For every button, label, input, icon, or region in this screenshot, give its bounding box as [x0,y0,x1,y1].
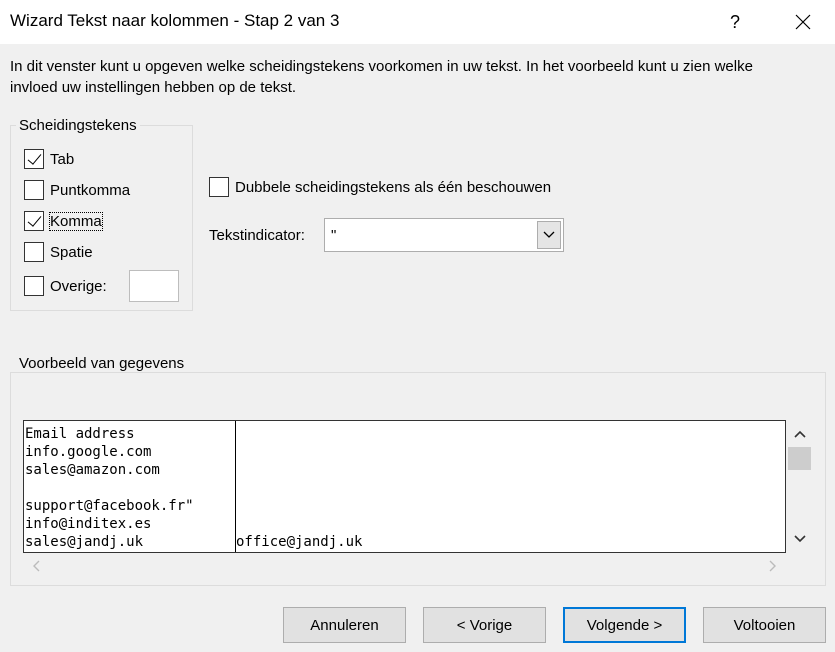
preview-cell: sales@jandj.uk [25,534,144,550]
title-bar: Wizard Tekst naar kolommen - Stap 2 van … [0,0,835,44]
tab-checkbox-row[interactable]: Tab [24,148,74,170]
description-text: In dit venster kunt u opgeven welke sche… [10,58,753,96]
text-qualifier-value: " [331,227,337,244]
finish-button[interactable]: Voltooien [703,607,826,643]
semicolon-label: Puntkomma [50,181,131,199]
help-button[interactable]: ? [712,0,758,44]
consecutive-checkbox[interactable] [209,177,229,197]
back-button[interactable]: < Vorige [423,607,546,643]
other-checkbox-row[interactable]: Overige: [24,275,107,297]
tab-checkbox[interactable] [24,149,44,169]
preview-cell: info.google.com [25,444,152,460]
other-delimiter-input[interactable] [129,270,179,302]
space-label: Spatie [50,243,93,261]
preview-cell: office@jandj.uk [236,534,363,550]
preview-legend: Voorbeeld van gegevens [16,355,188,372]
preview-cell: support@facebook.fr" [25,498,194,514]
chevron-left-icon [33,560,40,571]
chevron-up-icon [793,430,806,438]
other-checkbox[interactable] [24,276,44,296]
horizontal-scrollbar[interactable] [23,553,786,578]
scroll-up-button[interactable] [786,426,813,442]
data-preview[interactable]: Email address info.google.com sales@amaz… [23,420,786,553]
chevron-down-icon [543,231,555,238]
comma-checkbox-row[interactable]: Komma [24,210,103,232]
consecutive-label: Dubbele scheidingstekens als één beschou… [235,178,552,196]
scroll-right-button[interactable] [764,557,782,574]
text-qualifier-label: Tekstindicator: [209,227,305,244]
scroll-down-button[interactable] [786,531,813,547]
delimiters-legend: Scheidingstekens [16,117,140,134]
next-button[interactable]: Volgende > [563,607,686,643]
scroll-left-button[interactable] [27,557,45,574]
cancel-button[interactable]: Annuleren [283,607,406,643]
chevron-right-icon [769,560,776,571]
text-qualifier-select[interactable]: " [324,218,564,252]
preview-cell: info@inditex.es [25,516,152,532]
semicolon-checkbox-row[interactable]: Puntkomma [24,179,130,201]
chevron-down-icon [793,535,806,543]
consecutive-checkbox-row[interactable]: Dubbele scheidingstekens als één beschou… [209,176,551,198]
preview-cell: sales@amazon.com [25,462,160,478]
comma-label: Komma [49,211,103,231]
close-button[interactable] [778,0,828,44]
scroll-thumb[interactable] [788,447,811,470]
preview-cell: Email address [25,426,135,442]
window-title: Wizard Tekst naar kolommen - Stap 2 van … [10,11,340,30]
comma-checkbox[interactable] [24,211,44,231]
space-checkbox[interactable] [24,242,44,262]
tab-label: Tab [50,150,75,168]
other-label: Overige: [50,277,107,295]
semicolon-checkbox[interactable] [24,180,44,200]
close-icon [795,14,811,30]
space-checkbox-row[interactable]: Spatie [24,241,93,263]
text-qualifier-dropdown-button[interactable] [537,221,561,249]
vertical-scrollbar[interactable] [786,420,813,553]
